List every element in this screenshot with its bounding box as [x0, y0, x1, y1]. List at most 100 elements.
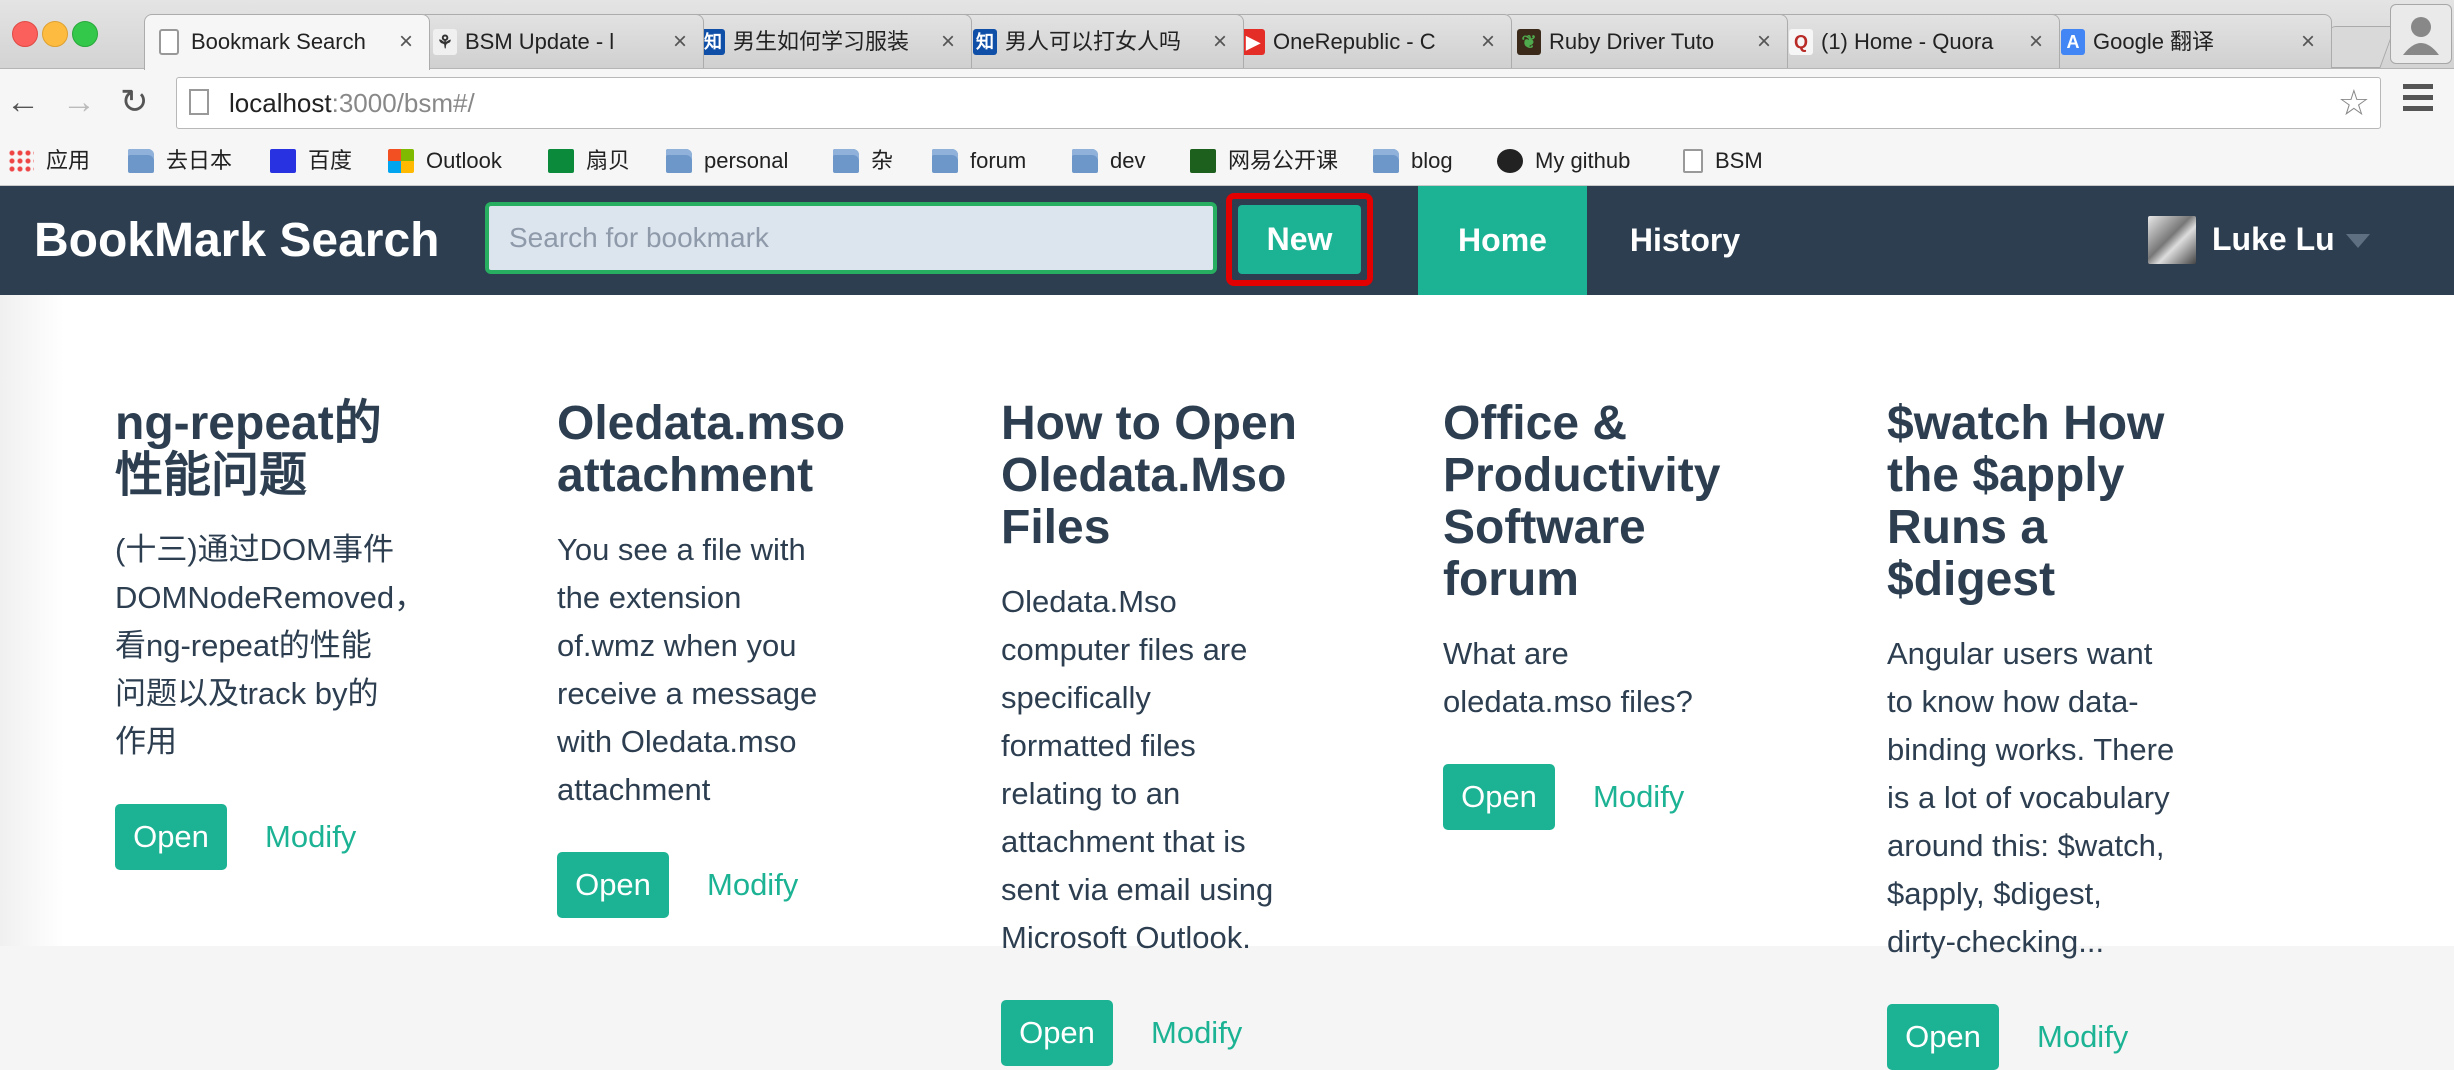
modify-link[interactable]: Modify — [2037, 1004, 2128, 1070]
reload-button[interactable]: ↻ — [120, 82, 149, 122]
bookmark-label: forum — [970, 148, 1027, 173]
bookmark-title[interactable]: ng-repeat的 性能问题 — [115, 398, 415, 502]
tab-title: Ruby Driver Tuto — [1549, 29, 1715, 54]
bookmark-title[interactable]: How to Open Oledata.Mso Files — [1001, 398, 1301, 554]
bookmark-star-icon[interactable]: ☆ — [2338, 82, 2370, 124]
bookmark-item[interactable]: BSM — [1683, 137, 1763, 185]
person-icon — [2403, 17, 2439, 55]
avatar[interactable] — [2148, 216, 2196, 264]
nav-tab-history[interactable]: History — [1605, 186, 1765, 295]
tab-title: 男人可以打女人吗 — [1005, 29, 1182, 54]
bookmark-label: blog — [1411, 148, 1453, 173]
new-button[interactable]: New — [1238, 205, 1361, 274]
bookmark-description: You see a file with the extension of.wmz w… — [557, 532, 818, 807]
browser-tab[interactable]: A Google 翻译 × — [2046, 14, 2332, 68]
close-tab-icon[interactable]: × — [1213, 28, 1227, 56]
close-tab-icon[interactable]: × — [673, 28, 687, 56]
nav-tab-home[interactable]: Home — [1418, 186, 1587, 295]
app-navbar: BookMark Search New Home History Luke Lu — [0, 186, 2454, 295]
close-window-button[interactable] — [12, 21, 38, 47]
modify-link[interactable]: Modify — [707, 852, 798, 918]
browser-tab[interactable]: ⚘ BSM Update - l × — [418, 14, 704, 68]
content-left-edge — [0, 295, 64, 946]
bookmark-item[interactable]: dev — [1072, 137, 1145, 185]
card-actions: Open Modify — [557, 852, 857, 918]
bookmark-item[interactable]: 扇贝 — [548, 137, 630, 185]
forward-button[interactable]: → — [62, 82, 96, 122]
bookmark-description: Angular users want to know how data-bindi… — [1887, 636, 2175, 959]
bookmark-item[interactable]: blog — [1373, 137, 1453, 185]
folder-icon — [128, 149, 154, 173]
mongodb-leaf-icon: ❦ — [1517, 29, 1541, 55]
zhihu-icon: 知 — [973, 29, 997, 55]
bookmark-label: 百度 — [308, 148, 353, 173]
browser-tab[interactable]: Q (1) Home - Quora × — [1774, 14, 2060, 68]
card-actions: Open Modify — [1887, 1004, 2187, 1070]
bookmark-label: 扇贝 — [586, 148, 631, 173]
folder-icon — [932, 149, 958, 173]
bookmark-description: What are oledata.mso files? — [1443, 636, 1693, 719]
bookmark-label: 去日本 — [166, 148, 233, 173]
zoom-window-button[interactable] — [72, 21, 98, 47]
bookmark-title[interactable]: Oledata.mso attachment — [557, 398, 857, 502]
modify-link[interactable]: Modify — [265, 804, 356, 870]
page-icon — [1683, 149, 1703, 173]
brand-logo[interactable]: BookMark Search — [34, 213, 440, 269]
bookmark-item[interactable]: 网易公开课 — [1190, 137, 1338, 185]
browser-tab[interactable]: 知男生如何学习服装 × — [686, 14, 972, 68]
bookmark-description: Oledata.Mso computer files are specificall… — [1001, 584, 1274, 955]
bookmark-item[interactable]: 百度 — [270, 137, 352, 185]
bookmark-title[interactable]: $watch How the $apply Runs a $digest — [1887, 398, 2187, 606]
browser-tab[interactable]: 知男人可以打女人吗 × — [958, 14, 1244, 68]
browser-tab[interactable]: ▶ OneRepublic - C × — [1226, 14, 1512, 68]
card-actions: Open Modify — [115, 804, 415, 870]
tab-strip: Bookmark Search × ⚘ BSM Update - l × 知男生如何学习服… — [0, 0, 2454, 70]
bookmark-item[interactable]: 杂 — [833, 137, 893, 185]
folder-icon — [1373, 149, 1399, 173]
close-tab-icon[interactable]: × — [2301, 28, 2315, 56]
browser-tab[interactable]: ❦ Ruby Driver Tuto × — [1502, 14, 1788, 68]
bookmark-item[interactable]: forum — [932, 137, 1026, 185]
bookmark-card: $watch How the $apply Runs a $digest Angular… — [1887, 398, 2187, 1070]
netease-play-icon — [1190, 149, 1216, 173]
modify-link[interactable]: Modify — [1593, 764, 1684, 830]
minimize-window-button[interactable] — [42, 21, 68, 47]
bookmark-label: 杂 — [871, 148, 894, 173]
close-tab-icon[interactable]: × — [1481, 28, 1495, 56]
quora-icon: Q — [1789, 29, 1813, 55]
caret-down-icon[interactable] — [2346, 234, 2370, 248]
url-text[interactable]: localhost:3000/bsm#/ — [229, 88, 475, 118]
google-translate-icon: A — [2061, 29, 2085, 55]
tab-title: 男生如何学习服装 — [733, 29, 910, 54]
bookmark-item[interactable]: personal — [666, 137, 788, 185]
bookmark-item[interactable]: Outlook — [388, 137, 502, 185]
close-tab-icon[interactable]: × — [399, 28, 413, 56]
bookmark-item[interactable]: My github — [1497, 137, 1630, 185]
github-icon — [1497, 149, 1523, 173]
user-name[interactable]: Luke Lu — [2212, 214, 2335, 264]
search-input[interactable] — [485, 202, 1217, 274]
bookmark-item[interactable]: 去日本 — [128, 137, 232, 185]
modify-link[interactable]: Modify — [1151, 1000, 1242, 1066]
profile-button[interactable] — [2390, 4, 2452, 64]
open-button[interactable]: Open — [1443, 764, 1555, 830]
close-tab-icon[interactable]: × — [2029, 28, 2043, 56]
open-button[interactable]: Open — [1887, 1004, 1999, 1070]
browser-tab[interactable]: Bookmark Search × — [144, 14, 430, 70]
bookmark-title[interactable]: Office & Productivity Software forum — [1443, 398, 1743, 606]
folder-icon — [666, 149, 692, 173]
tab-title: Bookmark Search — [191, 29, 366, 54]
open-button[interactable]: Open — [557, 852, 669, 918]
menu-icon[interactable] — [2403, 84, 2433, 112]
new-button-highlight[interactable]: New — [1226, 193, 1373, 286]
page-icon — [159, 29, 179, 55]
open-button[interactable]: Open — [115, 804, 227, 870]
bookmark-label: BSM — [1715, 148, 1763, 173]
open-button[interactable]: Open — [1001, 1000, 1113, 1066]
address-bar[interactable]: localhost:3000/bsm#/ ☆ — [176, 77, 2381, 129]
close-tab-icon[interactable]: × — [941, 28, 955, 56]
folder-icon — [833, 149, 859, 173]
back-button[interactable]: ← — [6, 82, 40, 122]
close-tab-icon[interactable]: × — [1757, 28, 1771, 56]
bookmark-item[interactable]: 应用 — [8, 137, 90, 185]
